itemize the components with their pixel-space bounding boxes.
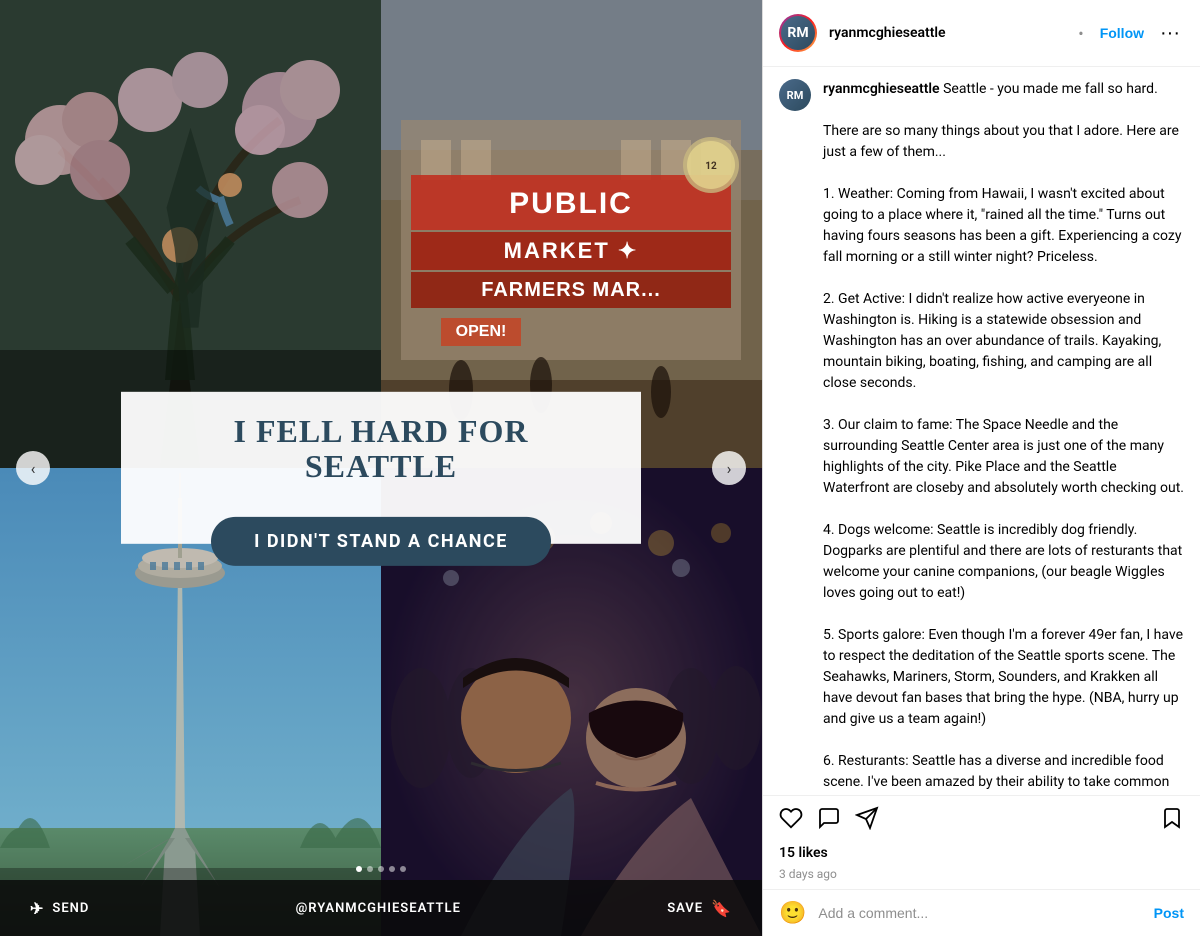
- like-button[interactable]: [779, 806, 803, 835]
- action-bar: [763, 795, 1200, 841]
- dot-4[interactable]: [389, 866, 395, 872]
- slide-indicators: [356, 866, 406, 872]
- post-username: @RYANMCGHIESEATTLE: [296, 901, 461, 916]
- user-avatar[interactable]: RM: [779, 14, 817, 52]
- caption-p7: 6. Resturants: Seattle has a diverse and…: [823, 753, 1169, 795]
- chevron-right-icon: ›: [727, 459, 732, 478]
- send-icon: ✈: [30, 899, 44, 918]
- caption-p5: 4. Dogs welcome: Seattle is incredibly d…: [823, 522, 1182, 601]
- bookmark-button[interactable]: [1160, 806, 1184, 835]
- caption-p6: 5. Sports galore: Even though I'm a fore…: [823, 627, 1183, 727]
- prev-arrow[interactable]: ‹: [16, 451, 50, 485]
- caption-body: ryanmcghieseattle Seattle - you made me …: [823, 79, 1184, 795]
- likes-count[interactable]: 15 likes: [763, 841, 1200, 865]
- dot-5[interactable]: [400, 866, 406, 872]
- caption-p1: There are so many things about you that …: [823, 123, 1179, 160]
- post-header: RM ryanmcghieseattle • Follow ···: [763, 0, 1200, 67]
- overlay-subtitle: I DIDN'T STAND A CHANCE: [211, 517, 551, 566]
- overlay-text: I FELL HARD FOR SEATTLE I DIDN'T STAND A…: [121, 392, 641, 544]
- header-username[interactable]: ryanmcghieseattle: [829, 25, 1062, 41]
- right-panel: RM ryanmcghieseattle • Follow ··· RM rya…: [762, 0, 1200, 936]
- avatar-initials: RM: [781, 16, 815, 50]
- caption-p4: 3. Our claim to fame: The Space Needle a…: [823, 417, 1184, 496]
- more-options-button[interactable]: ···: [1156, 22, 1184, 45]
- share-button[interactable]: [855, 806, 879, 835]
- left-panel: PUBLIC MARKET ✦ FARMERS MAR... 12 OPEN!: [0, 0, 762, 936]
- dot-1[interactable]: [356, 866, 362, 872]
- caption-bold-text: Seattle - you made me fall so hard.: [943, 81, 1158, 97]
- post-time: 3 days ago: [763, 865, 1200, 889]
- svg-text:FARMERS MAR...: FARMERS MAR...: [481, 279, 661, 301]
- separator: •: [1078, 24, 1083, 43]
- svg-text:PUBLIC: PUBLIC: [509, 187, 633, 220]
- send-label: SEND: [52, 901, 89, 916]
- caption-comment: RM ryanmcghieseattle Seattle - you made …: [779, 79, 1184, 795]
- send-button[interactable]: ✈ SEND: [30, 899, 89, 918]
- caption-p2: 1. Weather: Coming from Hawaii, I wasn't…: [823, 186, 1181, 265]
- svg-text:MARKET ✦: MARKET ✦: [504, 238, 639, 263]
- save-label: SAVE: [667, 901, 703, 916]
- svg-text:12: 12: [705, 161, 717, 172]
- add-comment-bar: 🙂 Post: [763, 889, 1200, 936]
- emoji-button[interactable]: 🙂: [779, 900, 806, 926]
- comment-button[interactable]: [817, 806, 841, 835]
- bookmark-icon: 🔖: [711, 899, 732, 918]
- comment-input[interactable]: [818, 905, 1141, 921]
- overlay-title: I FELL HARD FOR SEATTLE: [161, 414, 601, 484]
- dot-2[interactable]: [367, 866, 373, 872]
- dot-3[interactable]: [378, 866, 384, 872]
- comments-section[interactable]: RM ryanmcghieseattle Seattle - you made …: [763, 67, 1200, 795]
- save-button[interactable]: SAVE 🔖: [667, 899, 732, 918]
- caption-p3: 2. Get Active: I didn't realize how acti…: [823, 291, 1161, 391]
- post-comment-button[interactable]: Post: [1154, 905, 1184, 921]
- bottom-bar: ✈ SEND @RYANMCGHIESEATTLE SAVE 🔖: [0, 880, 762, 936]
- title-box: I FELL HARD FOR SEATTLE I DIDN'T STAND A…: [121, 392, 641, 544]
- follow-button[interactable]: Follow: [1100, 25, 1144, 41]
- chevron-left-icon: ‹: [31, 459, 36, 478]
- commenter-avatar[interactable]: RM: [779, 79, 811, 111]
- next-arrow[interactable]: ›: [712, 451, 746, 485]
- svg-text:OPEN!: OPEN!: [456, 323, 507, 340]
- avatar-initials-small: RM: [787, 89, 804, 102]
- caption-username[interactable]: ryanmcghieseattle: [823, 81, 940, 97]
